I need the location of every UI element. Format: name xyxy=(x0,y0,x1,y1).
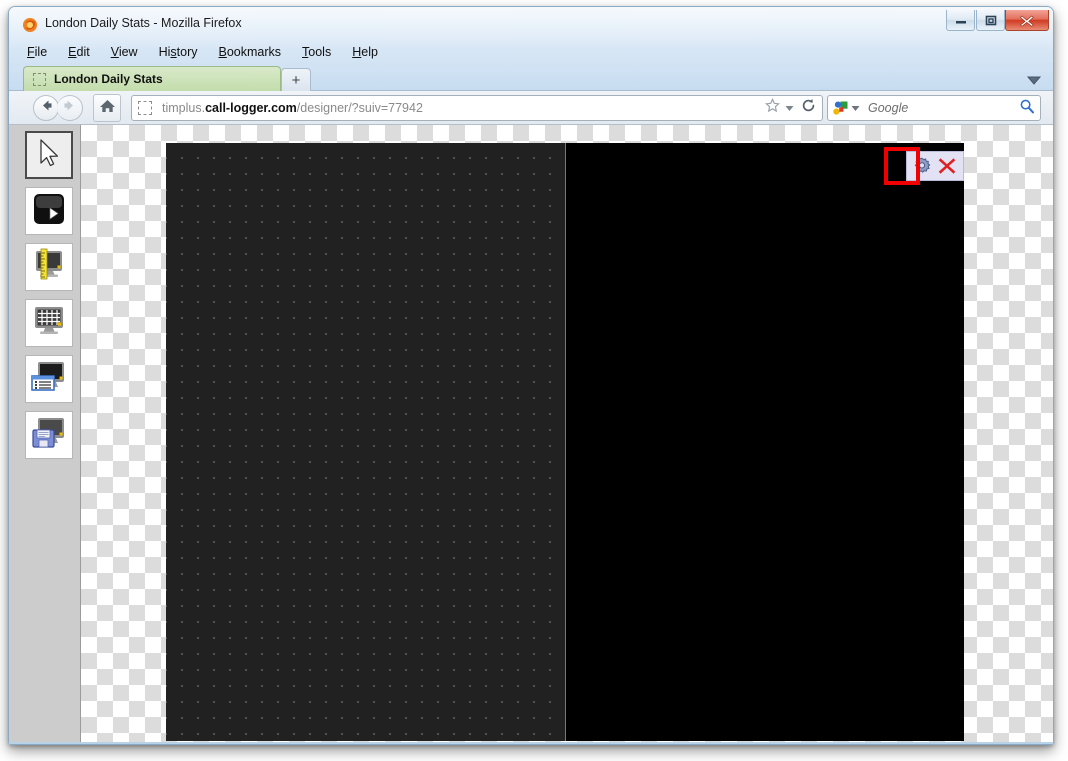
grid-tool-button[interactable] xyxy=(25,299,73,347)
grid-monitor-icon xyxy=(31,304,67,343)
back-button[interactable] xyxy=(33,95,59,121)
menu-bar: File Edit View History Bookmarks Tools H… xyxy=(9,41,1053,62)
browser-window: London Daily Stats - Mozilla Firefox Fil… xyxy=(8,6,1054,745)
url-text: timplus.call-logger.com/designer/?suiv=7… xyxy=(162,101,423,115)
save-tool-button[interactable] xyxy=(25,411,73,459)
gear-icon[interactable] xyxy=(911,155,933,177)
page-content xyxy=(9,125,1053,744)
measure-tool-button[interactable] xyxy=(25,243,73,291)
menu-view[interactable]: View xyxy=(109,44,140,60)
close-button[interactable] xyxy=(1005,10,1049,31)
list-all-tabs-icon[interactable] xyxy=(1026,72,1042,90)
menu-tools[interactable]: Tools xyxy=(300,44,333,60)
select-tool-button[interactable] xyxy=(25,131,73,179)
canvas-grid-panel[interactable] xyxy=(166,143,566,741)
google-icon xyxy=(833,101,848,116)
home-button[interactable] xyxy=(93,94,121,122)
tab-strip: London Daily Stats + xyxy=(9,63,1053,92)
restore-icon xyxy=(977,10,1004,30)
cursor-arrow-icon xyxy=(34,137,64,174)
arrow-right-icon xyxy=(62,98,77,118)
tab-title: London Daily Stats xyxy=(54,72,163,86)
arrow-left-icon xyxy=(39,98,54,118)
menu-file[interactable]: File xyxy=(25,44,49,60)
reload-icon[interactable] xyxy=(801,98,816,118)
play-screen-icon xyxy=(32,192,66,231)
red-x-icon[interactable] xyxy=(935,154,959,178)
desktop-background: London Daily Stats - Mozilla Firefox Fil… xyxy=(0,0,1068,761)
properties-tool-button[interactable] xyxy=(25,355,73,403)
tab-favicon-placeholder-icon xyxy=(33,72,46,86)
title-bar: London Daily Stats - Mozilla Firefox xyxy=(9,7,1053,41)
search-bar[interactable]: Google xyxy=(827,95,1041,121)
close-icon xyxy=(1006,10,1048,30)
url-favicon-placeholder-icon xyxy=(138,101,152,115)
search-magnifier-icon[interactable] xyxy=(1019,98,1035,119)
ruler-monitor-icon xyxy=(31,248,67,287)
new-tab-button[interactable]: + xyxy=(281,68,311,91)
preview-tool-button[interactable] xyxy=(25,187,73,235)
minimize-button[interactable] xyxy=(946,10,975,31)
menu-help[interactable]: Help xyxy=(350,44,380,60)
menu-edit[interactable]: Edit xyxy=(66,44,92,60)
menu-bookmarks[interactable]: Bookmarks xyxy=(217,44,284,60)
url-bar[interactable]: timplus.call-logger.com/designer/?suiv=7… xyxy=(131,95,823,121)
widget-toolbar xyxy=(906,151,964,181)
floppy-monitor-icon xyxy=(30,416,68,455)
list-monitor-icon xyxy=(30,360,68,399)
menu-history[interactable]: History xyxy=(157,44,200,60)
minimize-icon xyxy=(947,10,974,30)
window-title: London Daily Stats - Mozilla Firefox xyxy=(45,16,242,30)
tool-palette xyxy=(9,125,81,744)
window-bottom-edge xyxy=(9,742,1053,744)
navigation-toolbar: timplus.call-logger.com/designer/?suiv=7… xyxy=(9,91,1053,125)
bookmark-dropdown-icon[interactable] xyxy=(785,99,794,117)
firefox-icon xyxy=(22,17,38,33)
home-icon xyxy=(99,98,116,119)
design-canvas[interactable] xyxy=(166,143,964,741)
search-input[interactable]: Google xyxy=(860,101,1019,115)
bookmark-star-icon[interactable] xyxy=(765,97,780,118)
tab-london-daily-stats[interactable]: London Daily Stats xyxy=(23,66,281,91)
forward-button[interactable] xyxy=(57,95,83,121)
search-engine-dropdown-icon[interactable] xyxy=(851,99,860,117)
restore-button[interactable] xyxy=(976,10,1005,31)
